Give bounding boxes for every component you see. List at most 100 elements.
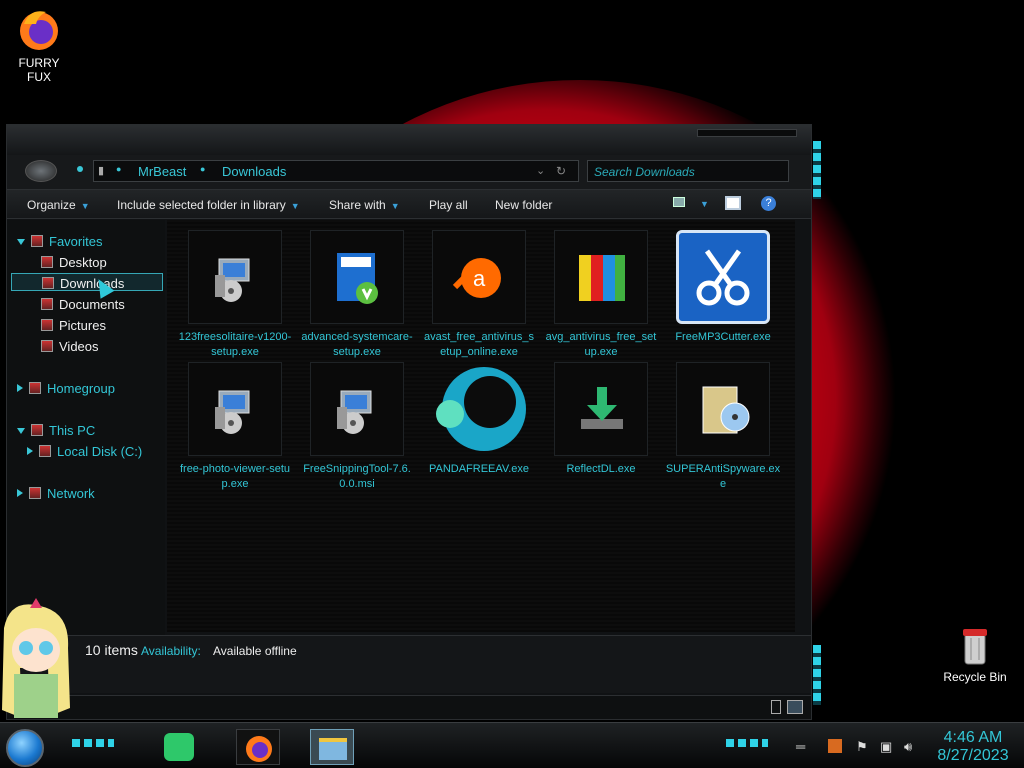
show-hidden-icons[interactable]: ═ bbox=[796, 739, 805, 754]
window-title-bar[interactable] bbox=[7, 125, 811, 155]
nav-pictures-label: Pictures bbox=[59, 318, 106, 333]
view-dropdown-icon[interactable]: ▼ bbox=[695, 196, 709, 210]
organize-button[interactable]: Organize ▼ bbox=[27, 198, 90, 212]
installer-icon bbox=[310, 362, 404, 456]
view-options-icon[interactable] bbox=[673, 197, 685, 207]
tray-app-icon[interactable] bbox=[828, 739, 842, 753]
file-item[interactable]: FreeSnippingTool-7.6.0.0.msi bbox=[297, 362, 417, 492]
taskbar: ═ ⚑ ▣ 🔊︎ 4:46 AM 8/27/2023 bbox=[0, 722, 1024, 768]
nav-homegroup[interactable]: Homegroup bbox=[17, 381, 115, 396]
share-with-button[interactable]: Share with ▼ bbox=[329, 198, 400, 212]
desktop-icon-label: Recycle Bin bbox=[943, 670, 1007, 684]
file-item[interactable]: a avast_free_antivirus_setup_online.exe bbox=[419, 230, 539, 360]
refresh-icon[interactable]: ↻ bbox=[556, 164, 566, 178]
firefox-icon bbox=[246, 736, 272, 762]
file-item[interactable]: SUPERAntiSpyware.exe bbox=[663, 362, 783, 492]
help-icon[interactable]: ? bbox=[761, 196, 776, 211]
file-item[interactable]: avg_antivirus_free_setup.exe bbox=[541, 230, 661, 360]
taskbar-app-explorer[interactable] bbox=[310, 729, 354, 765]
system-clock[interactable]: 4:46 AM 8/27/2023 bbox=[930, 729, 1016, 765]
volume-icon[interactable]: 🔊︎ bbox=[904, 739, 912, 755]
breadcrumb-mrbeast[interactable]: MrBeast bbox=[138, 164, 186, 179]
nav-documents[interactable]: Documents bbox=[41, 297, 125, 312]
chevron-down-icon[interactable]: ⌄ bbox=[536, 164, 545, 177]
dropdown-arrow-icon: ▼ bbox=[390, 201, 400, 211]
desktop-icon-recycle-bin[interactable]: Recycle Bin bbox=[940, 626, 1010, 684]
file-item[interactable]: 123freesolitaire-v1200-setup.exe bbox=[175, 230, 295, 360]
svg-text:a: a bbox=[473, 266, 486, 291]
dropdown-arrow-icon: ▼ bbox=[700, 199, 709, 209]
expand-arrow-icon[interactable] bbox=[17, 384, 23, 392]
file-name: avast_free_antivirus_setup_online.exe bbox=[423, 331, 535, 358]
play-all-button[interactable]: Play all bbox=[429, 198, 468, 212]
file-item-selected[interactable]: FreeMP3Cutter.exe bbox=[663, 230, 783, 345]
search-input[interactable]: Search Downloads bbox=[587, 160, 789, 182]
nav-documents-label: Documents bbox=[59, 297, 125, 312]
file-name: ReflectDL.exe bbox=[566, 463, 636, 475]
clock-time: 4:46 AM bbox=[943, 729, 1003, 746]
cd-box-icon bbox=[676, 362, 770, 456]
file-name: PANDAFREEAV.exe bbox=[428, 463, 530, 475]
network-status-icon[interactable]: ▣ bbox=[880, 739, 892, 755]
forward-dot-icon[interactable] bbox=[77, 166, 83, 172]
desktop-icon-label: FURRY FUX bbox=[18, 56, 60, 84]
file-item[interactable]: PANDAFREEAV.exe bbox=[419, 362, 539, 477]
action-center-flag-icon[interactable]: ⚑ bbox=[856, 739, 868, 755]
nav-videos[interactable]: Videos bbox=[41, 339, 99, 354]
preview-pane-icon[interactable] bbox=[725, 196, 741, 210]
downloads-icon bbox=[42, 277, 54, 289]
nav-local-disk[interactable]: Local Disk (C:) bbox=[27, 444, 142, 459]
new-folder-button[interactable]: New folder bbox=[495, 198, 552, 212]
nav-this-pc[interactable]: This PC bbox=[17, 423, 95, 438]
nav-this-pc-label: This PC bbox=[49, 423, 96, 438]
dropdown-arrow-icon: ▼ bbox=[80, 201, 90, 211]
file-item[interactable]: ReflectDL.exe bbox=[541, 362, 661, 477]
taskbar-app-firefox[interactable] bbox=[236, 729, 280, 765]
nav-pictures[interactable]: Pictures bbox=[41, 318, 106, 333]
notes-app-icon bbox=[164, 733, 194, 761]
nav-favorites[interactable]: Favorites bbox=[17, 234, 102, 249]
include-label: Include selected folder in library bbox=[117, 198, 286, 212]
nav-homegroup-label: Homegroup bbox=[47, 381, 115, 396]
file-name: SUPERAntiSpyware.exe bbox=[665, 463, 781, 490]
address-bar[interactable]: ▮ ● MrBeast ● Downloads ⌄ ↻ bbox=[93, 160, 579, 182]
nav-downloads-selected[interactable]: Downloads bbox=[11, 273, 163, 291]
clock-date: 8/27/2023 bbox=[937, 747, 1009, 764]
scissors-icon bbox=[676, 230, 770, 324]
desktop-icon-furry-fux[interactable]: FURRY FUX bbox=[6, 6, 72, 84]
explorer-window: ▮ ● MrBeast ● Downloads ⌄ ↻ Search Downl… bbox=[6, 124, 821, 720]
file-item[interactable]: free-photo-viewer-setup.exe bbox=[175, 362, 295, 492]
nav-local-disk-label: Local Disk (C:) bbox=[57, 444, 143, 459]
breadcrumb-downloads[interactable]: Downloads bbox=[222, 164, 286, 179]
nav-network[interactable]: Network bbox=[17, 486, 95, 501]
file-list: 123freesolitaire-v1200-setup.exe advance… bbox=[167, 220, 795, 632]
large-icons-view-icon[interactable] bbox=[787, 700, 803, 714]
download-icon bbox=[554, 362, 648, 456]
expand-arrow-icon[interactable] bbox=[17, 428, 25, 434]
taskbar-app-notes[interactable] bbox=[158, 729, 202, 765]
expand-arrow-icon[interactable] bbox=[27, 447, 33, 455]
back-button[interactable] bbox=[25, 160, 57, 182]
organize-label: Organize bbox=[27, 198, 76, 212]
hard-drive-icon bbox=[39, 445, 51, 457]
start-button[interactable] bbox=[6, 729, 44, 767]
include-in-library-button[interactable]: Include selected folder in library ▼ bbox=[117, 198, 300, 212]
file-name: advanced-systemcare-setup.exe bbox=[301, 331, 413, 358]
taskbar-accent bbox=[726, 739, 768, 747]
expand-arrow-icon[interactable] bbox=[17, 489, 23, 497]
details-pane: 10 items Availability: Available offline bbox=[7, 635, 811, 693]
documents-icon bbox=[41, 298, 53, 310]
nav-desktop[interactable]: Desktop bbox=[41, 255, 107, 270]
nav-desktop-label: Desktop bbox=[59, 255, 107, 270]
chevron-right-icon: ● bbox=[200, 164, 206, 174]
file-item[interactable]: advanced-systemcare-setup.exe bbox=[297, 230, 417, 360]
details-view-icon[interactable] bbox=[771, 700, 781, 714]
expand-arrow-icon[interactable] bbox=[17, 239, 25, 245]
homegroup-icon bbox=[29, 382, 41, 394]
window-frame-accent bbox=[813, 141, 821, 199]
pictures-icon bbox=[41, 319, 53, 331]
iobit-icon bbox=[310, 230, 404, 324]
command-bar: Organize ▼ Include selected folder in lib… bbox=[7, 189, 811, 219]
avg-icon bbox=[554, 230, 648, 324]
nav-videos-label: Videos bbox=[59, 339, 99, 354]
